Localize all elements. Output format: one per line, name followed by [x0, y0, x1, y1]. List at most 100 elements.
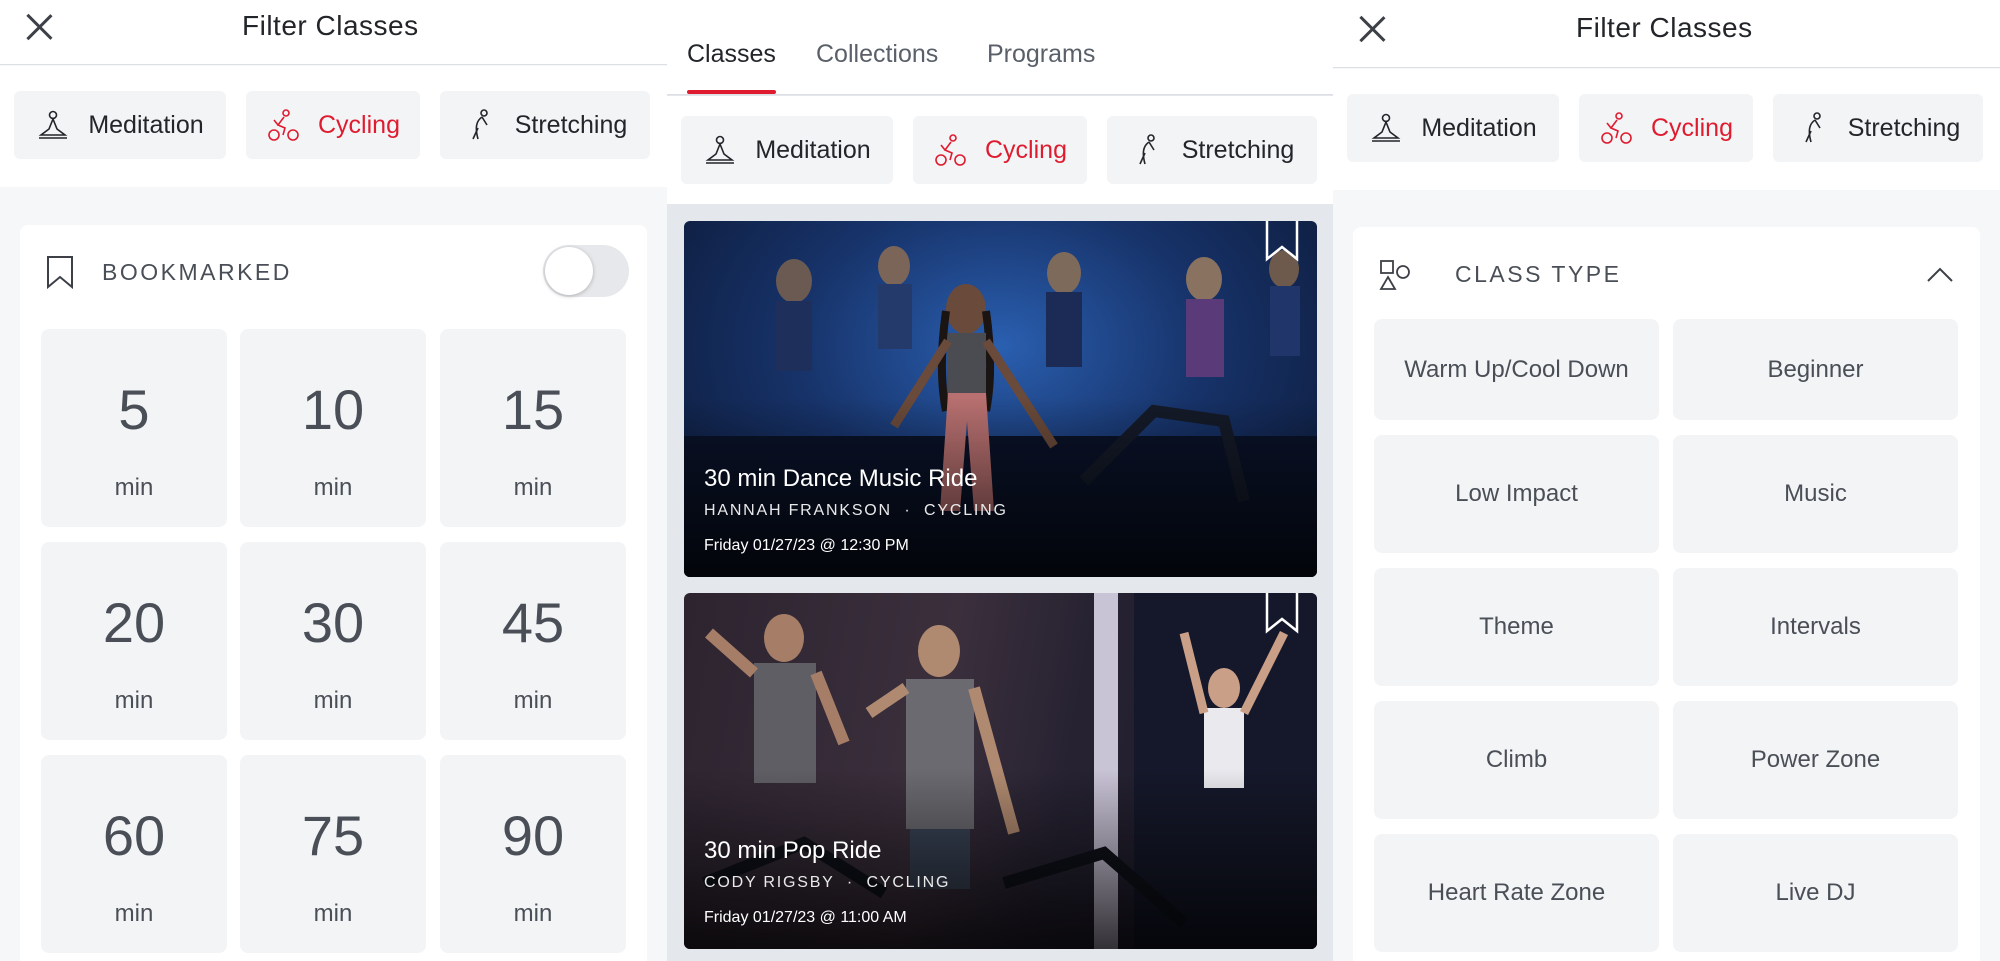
stretching-icon: [1138, 134, 1155, 165]
duration-option[interactable]: 60 min: [41, 755, 227, 953]
class-type-option[interactable]: Theme: [1374, 568, 1659, 686]
chevron-up-icon[interactable]: [1926, 265, 1954, 283]
duration-option[interactable]: 90 min: [440, 755, 626, 953]
class-type-section-header[interactable]: CLASS TYPE: [1353, 227, 1980, 319]
stretching-icon: [1804, 112, 1821, 143]
chip-label: Cycling: [985, 135, 1067, 164]
duration-option[interactable]: 30 min: [240, 542, 426, 740]
duration-value: 30: [301, 591, 365, 654]
chip-meditation[interactable]: Meditation: [14, 91, 226, 159]
chip-meditation[interactable]: Meditation: [1347, 94, 1559, 162]
shapes-icon: [1379, 260, 1410, 290]
bookmark-icon: [47, 256, 73, 289]
cycling-icon: [935, 134, 966, 166]
duration-option[interactable]: 45 min: [440, 542, 626, 740]
filter-panel-class-type: Filter Classes Meditation Cycling Stretc…: [1333, 0, 2000, 961]
class-type-option[interactable]: Music: [1673, 435, 1958, 553]
class-type-option[interactable]: Warm Up/Cool Down: [1374, 319, 1659, 420]
duration-option[interactable]: 5 min: [41, 329, 227, 527]
duration-option[interactable]: 20 min: [41, 542, 227, 740]
chip-stretching[interactable]: Stretching: [440, 91, 650, 159]
chip-label: Stretching: [1847, 113, 1961, 142]
duration-unit: min: [114, 474, 154, 501]
class-type-option[interactable]: Beginner: [1673, 319, 1958, 420]
class-card[interactable]: 30 min Dance Music Ride HANNAH FRANKSON …: [684, 221, 1317, 577]
category-chip-row: Meditation Cycling Stretching: [0, 66, 667, 187]
duration-unit: min: [114, 900, 154, 927]
duration-unit: min: [313, 900, 353, 927]
duration-value: 20: [102, 591, 166, 654]
tab-programs[interactable]: Programs: [987, 40, 1095, 69]
class-type-label: CLASS TYPE: [1455, 261, 1622, 287]
class-title: 30 min Pop Ride: [704, 837, 882, 864]
duration-option[interactable]: 75 min: [240, 755, 426, 953]
class-discipline: CYCLING: [924, 502, 1008, 519]
class-title: 30 min Dance Music Ride: [704, 465, 978, 492]
cycling-icon: [268, 109, 299, 141]
chip-stretching[interactable]: Stretching: [1107, 116, 1317, 184]
chip-stretching[interactable]: Stretching: [1773, 94, 1983, 162]
category-chip-row: Meditation Cycling Stretching: [1333, 69, 2000, 190]
chip-label: Stretching: [1181, 135, 1295, 164]
class-type-option[interactable]: Heart Rate Zone: [1374, 834, 1659, 952]
close-icon[interactable]: [1357, 14, 1387, 44]
bookmark-icon[interactable]: [1265, 221, 1299, 263]
duration-unit: min: [114, 687, 154, 714]
toggle-knob: [545, 247, 593, 295]
duration-option[interactable]: 15 min: [440, 329, 626, 527]
tab-collections[interactable]: Collections: [816, 40, 938, 69]
class-type-option[interactable]: Intervals: [1673, 568, 1958, 686]
bookmarked-toggle[interactable]: [543, 245, 629, 297]
classes-panel: Classes Collections Programs Meditation …: [667, 0, 1333, 961]
duration-value: 75: [301, 804, 365, 867]
chip-label: Cycling: [318, 110, 400, 139]
tab-classes[interactable]: Classes: [687, 40, 776, 69]
bookmark-icon[interactable]: [1265, 593, 1299, 635]
chip-meditation[interactable]: Meditation: [681, 116, 893, 184]
chip-label: Stretching: [514, 110, 628, 139]
duration-value: 60: [102, 804, 166, 867]
page-title: Filter Classes: [242, 10, 419, 41]
class-type-option[interactable]: Live DJ: [1673, 834, 1958, 952]
duration-unit: min: [513, 687, 553, 714]
meditation-icon: [705, 135, 735, 164]
class-date: Friday 01/27/23 @ 12:30 PM: [704, 537, 909, 554]
duration-grid: 5 min 10 min 15 min 20 min 30 min 45 min 60 min…: [20, 321, 647, 961]
duration-unit: min: [313, 474, 353, 501]
duration-unit: min: [513, 474, 553, 501]
tab-bar: Classes Collections Programs: [667, 0, 1333, 95]
class-subtitle: HANNAH FRANKSON · CYCLING: [704, 502, 1008, 520]
active-tab-indicator: [687, 90, 776, 94]
class-separator: ·: [904, 502, 912, 519]
duration-value: 15: [501, 378, 565, 441]
chip-label: Meditation: [1421, 113, 1537, 142]
class-type-option[interactable]: Low Impact: [1374, 435, 1659, 553]
stretching-icon: [471, 109, 488, 140]
class-type-grid: Warm Up/Cool Down Beginner Low Impact Mu…: [1353, 319, 1980, 961]
class-subtitle: CODY RIGSBY · CYCLING: [704, 874, 950, 892]
category-chip-row: Meditation Cycling Stretching: [667, 96, 1333, 204]
meditation-icon: [1371, 113, 1401, 142]
duration-value: 10: [301, 378, 365, 441]
duration-value: 45: [501, 591, 565, 654]
class-type-option[interactable]: Power Zone: [1673, 701, 1958, 819]
chip-cycling[interactable]: Cycling: [913, 116, 1087, 184]
filter-header: Filter Classes: [1333, 0, 2000, 68]
chip-label: Cycling: [1651, 113, 1733, 142]
meditation-icon: [38, 110, 68, 139]
filter-panel-durations: Filter Classes Meditation Cycling Stretc…: [0, 0, 667, 961]
duration-unit: min: [513, 900, 553, 927]
chip-cycling[interactable]: Cycling: [246, 91, 420, 159]
close-icon[interactable]: [24, 12, 54, 42]
filter-header: Filter Classes: [0, 0, 667, 65]
page-title: Filter Classes: [1576, 12, 1753, 43]
bookmarked-filter: BOOKMARKED: [20, 225, 647, 321]
class-type-option[interactable]: Climb: [1374, 701, 1659, 819]
chip-label: Meditation: [755, 135, 871, 164]
bookmarked-label: BOOKMARKED: [102, 259, 292, 285]
class-discipline: CYCLING: [866, 874, 951, 891]
duration-option[interactable]: 10 min: [240, 329, 426, 527]
chip-cycling[interactable]: Cycling: [1579, 94, 1753, 162]
class-card[interactable]: 30 min Pop Ride CODY RIGSBY · CYCLING Fr…: [684, 593, 1317, 949]
duration-value: 90: [501, 804, 565, 867]
